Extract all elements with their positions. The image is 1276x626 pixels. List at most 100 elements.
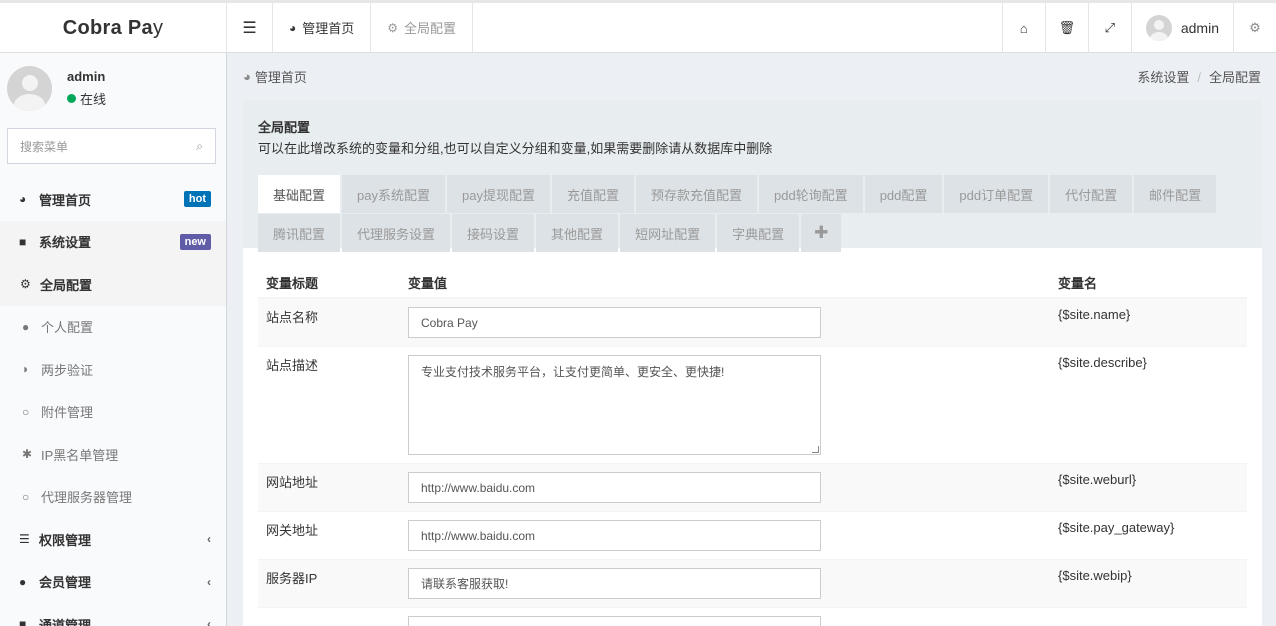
sidebar-item-dashboard[interactable]: ◕ 管理首页 hot bbox=[0, 178, 226, 221]
row-variable: {$site.webip} bbox=[1050, 559, 1247, 608]
home-icon: ⌂ bbox=[1019, 20, 1028, 36]
breadcrumb-item[interactable]: 系统设置 bbox=[1137, 70, 1189, 85]
row-variable: {$site.describe} bbox=[1050, 346, 1247, 464]
row-variable: {$site.weburl} bbox=[1050, 463, 1247, 512]
top-navbar: Cobra Pa y ☰ ◕ 管理首页 ⚙ 全局配置 ⌂ 🗑 ⤢ admin ⚙ bbox=[0, 0, 1276, 53]
circle-icon: ○ bbox=[22, 404, 30, 419]
cogs-icon: ⚙ bbox=[1249, 20, 1261, 35]
column-header: 变量值 bbox=[400, 268, 1050, 299]
tab-pdd-order[interactable]: pdd订单配置 bbox=[944, 175, 1049, 213]
dashboard-icon: ◕ bbox=[19, 192, 27, 207]
tab-basic-config[interactable]: 基础配置 bbox=[258, 175, 341, 213]
list-icon: ☰ bbox=[19, 532, 30, 547]
tab-dashboard[interactable]: ◕ 管理首页 bbox=[272, 3, 370, 52]
tab-recharge[interactable]: 充值配置 bbox=[551, 175, 634, 213]
circle-icon: ○ bbox=[22, 489, 30, 504]
sidebar-item-channels[interactable]: ■ 通道管理 ‹ bbox=[0, 603, 226, 626]
server-ip-input[interactable]: 请联系客服获取! bbox=[408, 568, 821, 599]
sidebar-item-global-config[interactable]: ⚙ 全局配置 bbox=[0, 263, 226, 306]
tab-other[interactable]: 其他配置 bbox=[536, 214, 619, 252]
sidebar-item-proxy-servers[interactable]: ○ 代理服务器管理 bbox=[0, 476, 226, 519]
tab-dictionary[interactable]: 字典配置 bbox=[717, 214, 800, 252]
config-table-wrap: 变量标题 变量值 变量名 站点名称 Cobra Pay {$site.name}… bbox=[243, 248, 1262, 626]
row-title: 网关地址 bbox=[258, 511, 400, 560]
tab-tencent[interactable]: 腾讯配置 bbox=[258, 214, 341, 252]
table-row: 站点名称 Cobra Pay {$site.name} bbox=[258, 297, 1247, 347]
control-sidebar-button[interactable]: ⚙ bbox=[1233, 3, 1276, 53]
row-title: 网站地址 bbox=[258, 463, 400, 512]
gateway-url-input[interactable]: http://www.baidu.com bbox=[408, 520, 821, 551]
user-plus-icon: ● bbox=[19, 574, 27, 589]
tab-email[interactable]: 邮件配置 bbox=[1134, 175, 1217, 213]
home-button[interactable]: ⌂ bbox=[1001, 3, 1045, 53]
dashboard-icon: ◕ bbox=[289, 20, 297, 35]
user-panel: admin 在线 bbox=[0, 53, 226, 123]
sidebar: admin 在线 搜索菜单 ⌕ ◕ 管理首页 hot ■ 系统设置 new ⚙ … bbox=[0, 53, 227, 626]
row-title: 站点名称 bbox=[258, 297, 400, 347]
add-group-button[interactable]: ✚ bbox=[801, 214, 842, 252]
tab-pdd-polling[interactable]: pdd轮询配置 bbox=[758, 175, 863, 213]
shield-icon: ◗ bbox=[22, 362, 30, 377]
cogs-icon: ⚙ bbox=[20, 277, 31, 292]
user-name: admin bbox=[67, 68, 106, 84]
breadcrumb-home[interactable]: 管理首页 bbox=[255, 67, 307, 86]
breadcrumb: ◕ 管理首页 系统设置 / 全局配置 bbox=[228, 53, 1276, 99]
tab-pay-withdraw[interactable]: pay提现配置 bbox=[446, 175, 550, 213]
config-panel: 全局配置 可以在此增改系统的变量和分组,也可以自定义分组和变量,如果需要删除请从… bbox=[243, 100, 1262, 626]
avatar bbox=[1145, 15, 1172, 41]
hamburger-icon: ☰ bbox=[242, 19, 257, 37]
sidebar-item-members[interactable]: ● 会员管理 ‹ bbox=[0, 561, 226, 604]
sidebar-item-system-settings[interactable]: ■ 系统设置 new bbox=[0, 220, 226, 263]
search-icon[interactable]: ⌕ bbox=[196, 139, 203, 154]
fullscreen-icon: ⤢ bbox=[1104, 20, 1116, 35]
truck-icon: ■ bbox=[19, 617, 27, 626]
sidebar-item-attachments[interactable]: ○ 附件管理 bbox=[0, 391, 226, 434]
main-content: ◕ 管理首页 系统设置 / 全局配置 全局配置 可以在此增改系统的变量和分组,也可以… bbox=[228, 53, 1276, 626]
sidebar-item-two-step[interactable]: ◗ 两步验证 bbox=[0, 348, 226, 391]
user-icon: ● bbox=[22, 319, 30, 334]
tab-short-url[interactable]: 短网址配置 bbox=[620, 214, 716, 252]
cogs-icon: ⚙ bbox=[387, 20, 399, 35]
column-header: 变量名 bbox=[1050, 268, 1247, 299]
fullscreen-button[interactable]: ⤢ bbox=[1087, 3, 1131, 53]
next-config-input[interactable] bbox=[408, 616, 821, 626]
hot-badge: hot bbox=[183, 191, 211, 208]
trash-icon: 🗑 bbox=[1058, 20, 1076, 35]
app-logo[interactable]: Cobra Pa y bbox=[0, 3, 227, 53]
table-row: 网关地址 http://www.baidu.com {$site.pay_gat… bbox=[258, 511, 1247, 560]
user-status: 在线 bbox=[67, 89, 106, 108]
online-dot-icon bbox=[67, 93, 76, 103]
user-menu[interactable]: admin bbox=[1130, 3, 1233, 53]
breadcrumb-item: 全局配置 bbox=[1208, 69, 1261, 85]
clear-cache-button[interactable]: 🗑 bbox=[1044, 3, 1088, 53]
sidebar-item-profile[interactable]: ● 个人配置 bbox=[0, 306, 226, 349]
tab-pdd-config[interactable]: pdd配置 bbox=[864, 175, 943, 213]
folder-icon: ■ bbox=[19, 234, 27, 249]
tab-global-config[interactable]: ⚙ 全局配置 bbox=[370, 3, 474, 52]
tab-sms-code[interactable]: 接码设置 bbox=[452, 214, 535, 252]
config-table: 变量标题 变量值 变量名 站点名称 Cobra Pay {$site.name}… bbox=[258, 268, 1247, 626]
dashboard-icon: ◕ bbox=[243, 68, 251, 84]
tab-prepaid-recharge[interactable]: 预存款充值配置 bbox=[635, 175, 757, 213]
plus-icon: ✚ bbox=[814, 223, 829, 242]
table-row bbox=[258, 607, 1247, 626]
chevron-left-icon: ‹ bbox=[207, 574, 211, 589]
site-url-input[interactable]: http://www.baidu.com bbox=[408, 472, 821, 503]
row-variable: {$site.name} bbox=[1050, 297, 1247, 347]
site-description-textarea[interactable]: 专业支付技术服务平台，让支付更简单、更安全、更快捷! bbox=[408, 355, 821, 455]
avatar bbox=[7, 65, 52, 111]
chevron-left-icon: ‹ bbox=[207, 617, 211, 626]
sidebar-menu: ◕ 管理首页 hot ■ 系统设置 new ⚙ 全局配置 ● 个人配置 ◗ 两步… bbox=[0, 178, 226, 626]
tab-payout[interactable]: 代付配置 bbox=[1050, 175, 1133, 213]
tab-proxy-service[interactable]: 代理服务设置 bbox=[342, 214, 451, 252]
sidebar-item-permissions[interactable]: ☰ 权限管理 ‹ bbox=[0, 518, 226, 561]
table-row: 站点描述 专业支付技术服务平台，让支付更简单、更安全、更快捷! {$site.d… bbox=[258, 346, 1247, 464]
table-row: 网站地址 http://www.baidu.com {$site.weburl} bbox=[258, 463, 1247, 512]
breadcrumb-trail: 系统设置 / 全局配置 bbox=[1137, 69, 1261, 85]
panel-heading: 全局配置 可以在此增改系统的变量和分组,也可以自定义分组和变量,如果需要删除请从… bbox=[243, 100, 1262, 252]
sidebar-item-ip-blacklist[interactable]: ✱ IP黑名单管理 bbox=[0, 433, 226, 476]
sidebar-toggle-button[interactable]: ☰ bbox=[227, 3, 272, 52]
tab-pay-system[interactable]: pay系统配置 bbox=[342, 175, 445, 213]
menu-search-input[interactable]: 搜索菜单 ⌕ bbox=[7, 128, 216, 164]
site-name-input[interactable]: Cobra Pay bbox=[408, 307, 821, 338]
